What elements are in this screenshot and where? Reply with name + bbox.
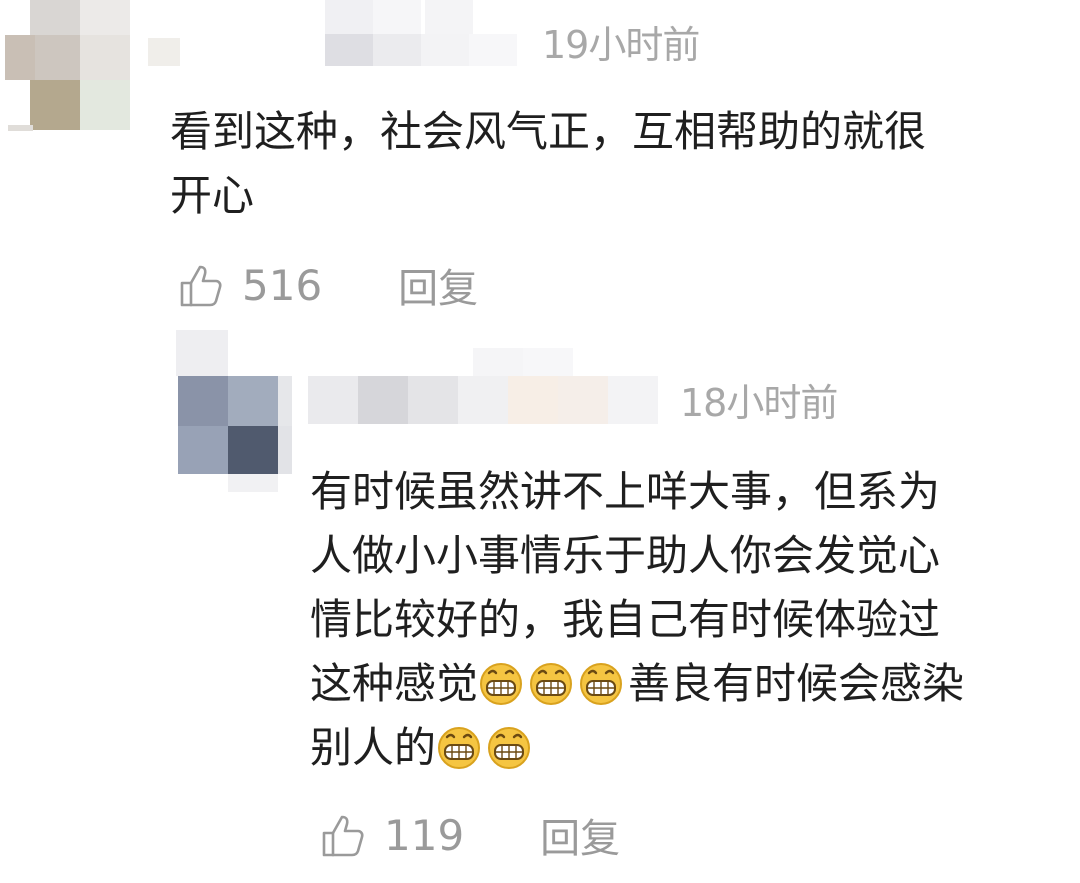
grinning-face-emoji-icon [488,727,531,769]
comment-timestamp: 19小时前 [542,23,700,67]
avatar-pixelated[interactable] [0,0,180,135]
comment-line: 人做小小事情乐于助人你会发觉心 [310,531,941,580]
comment-line: 别人的 [310,723,536,772]
thumbs-up-icon[interactable] [176,259,228,311]
comment-line: 情比较好的，我自己有时候体验过 [310,595,941,644]
comment-timestamp: 18小时前 [680,381,838,425]
reply-button[interactable]: 回复 [398,256,478,314]
grinning-face-emoji-icon [480,663,523,705]
thumbs-up-icon[interactable] [318,809,370,861]
reply-button[interactable]: 回复 [540,806,620,864]
username-pixelated[interactable] [308,348,668,430]
comment-body: 看到这种，社会风气正，互相帮助的就很 开心 [170,100,926,228]
comment-body: 有时候虽然讲不上咩大事，但系为 人做小小事情乐于助人你会发觉心 情比较好的，我自… [310,460,964,780]
comment-line: 看到这种，社会风气正，互相帮助的就很 [170,107,927,156]
comment-line: 这种感觉 善良有时候会感染 [310,659,964,708]
comment-line: 有时候虽然讲不上咩大事，但系为 [310,467,941,516]
comment-actions: 516 回复 [176,255,478,315]
grinning-face-emoji-icon [530,663,573,705]
comment-line: 开心 [170,171,255,220]
username-pixelated[interactable] [325,0,525,68]
like-count: 516 [242,260,323,310]
grinning-face-emoji-icon [580,663,623,705]
grinning-face-emoji-icon [438,727,481,769]
comment-actions: 119 回复 [318,805,620,865]
comment-text-segment: 别人的 [310,723,437,772]
comment-text-segment: 善良有时候会感染 [628,659,965,708]
avatar-pixelated[interactable] [176,330,296,495]
comment-text-segment: 这种感觉 [310,659,479,708]
like-count: 119 [384,810,465,860]
